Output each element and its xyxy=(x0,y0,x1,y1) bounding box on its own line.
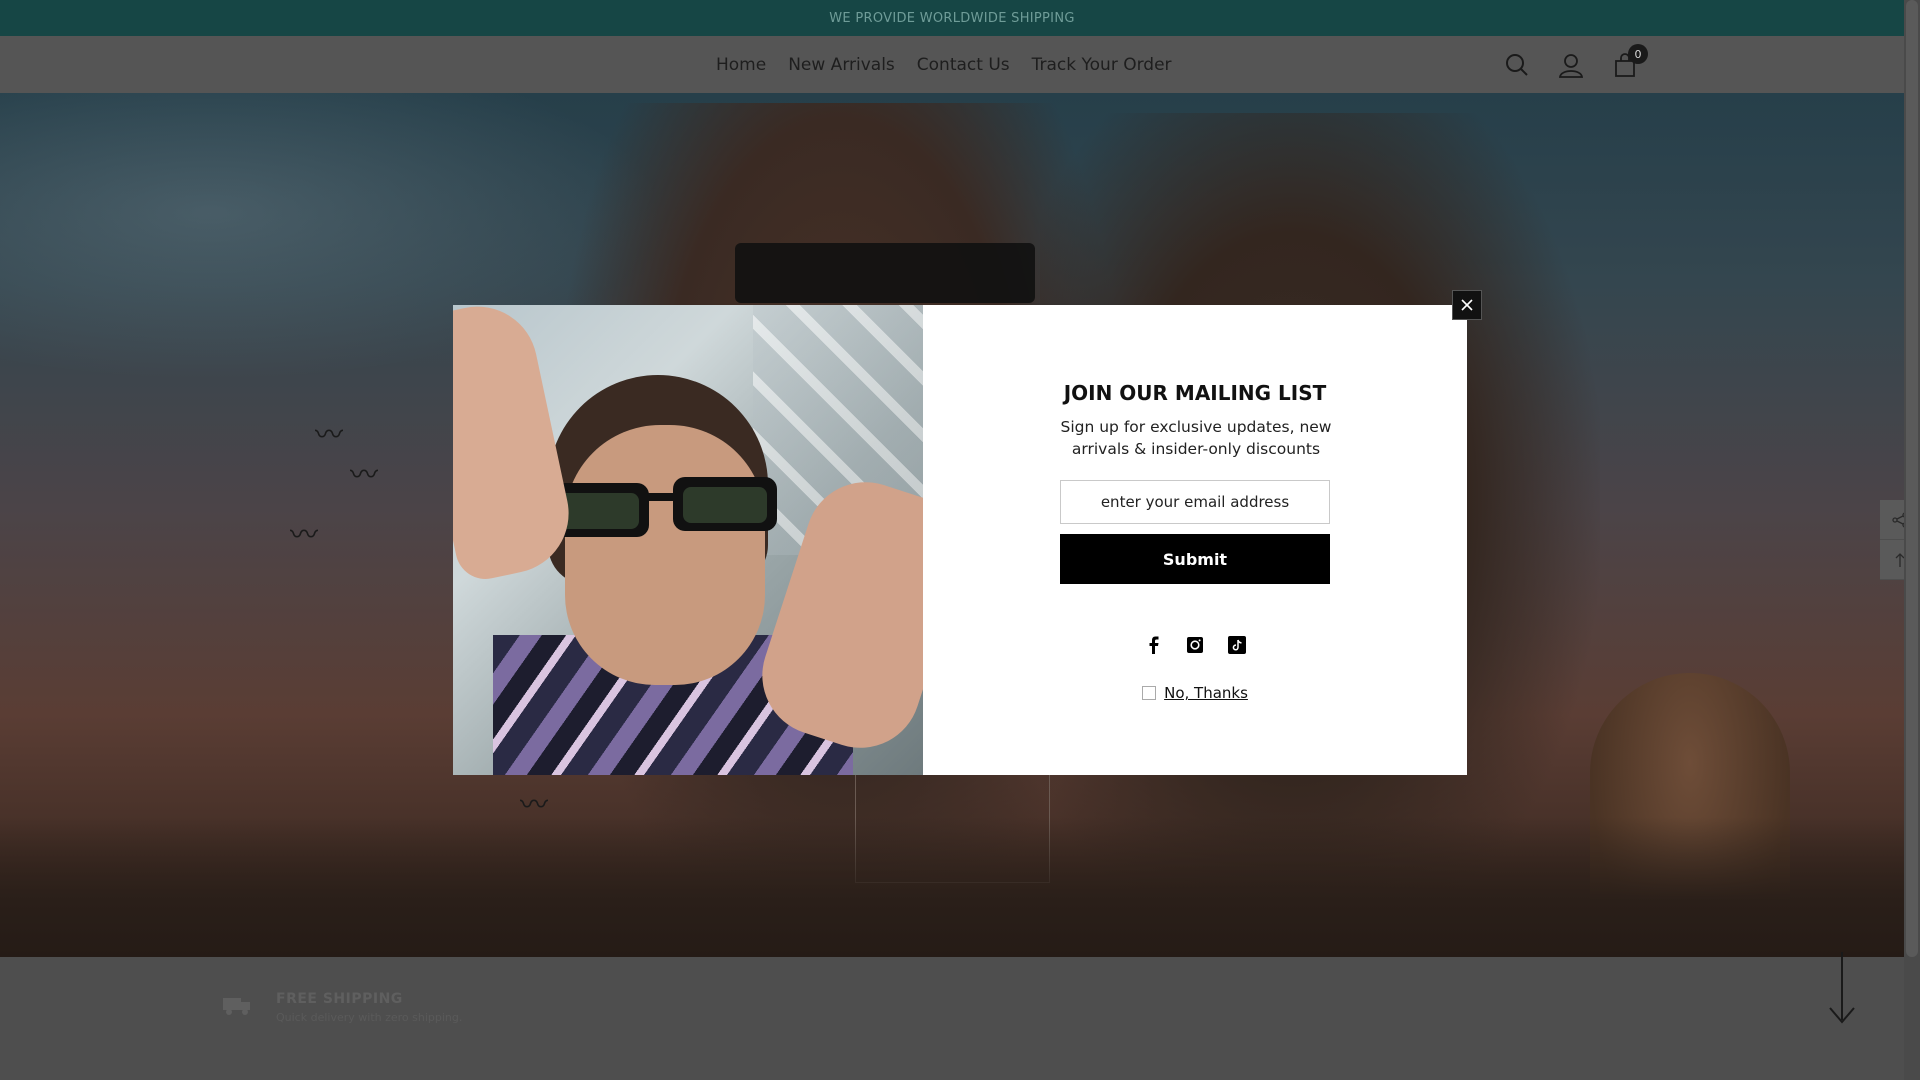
header-icons: 0 xyxy=(1504,44,1648,78)
cart-icon[interactable]: 0 xyxy=(1612,44,1648,78)
sunglasses-icon xyxy=(545,477,777,537)
no-thanks-link[interactable]: No, Thanks xyxy=(1164,684,1248,702)
nav-track-order[interactable]: Track Your Order xyxy=(1032,55,1172,75)
feature-free-shipping: FREE SHIPPING Quick delivery with zero s… xyxy=(276,991,462,1024)
announcement-bar: WE PROVIDE WORLDWIDE SHIPPING xyxy=(0,0,1904,36)
nav-contact-us[interactable]: Contact Us xyxy=(917,55,1010,75)
main-nav: Home New Arrivals Contact Us Track Your … xyxy=(716,36,1172,93)
user-icon[interactable] xyxy=(1558,52,1584,78)
scroll-down-icon[interactable] xyxy=(1822,950,1862,1030)
instagram-icon[interactable] xyxy=(1185,635,1205,655)
newsletter-modal: JOIN OUR MAILING LIST Sign up for exclus… xyxy=(453,305,1467,775)
social-links xyxy=(923,635,1467,655)
modal-body: JOIN OUR MAILING LIST Sign up for exclus… xyxy=(923,305,1467,775)
tiktok-icon[interactable] xyxy=(1227,635,1247,655)
bird-icon: 〰 xyxy=(315,418,344,451)
close-icon xyxy=(1461,299,1473,311)
modal-image xyxy=(453,305,923,775)
nav-home[interactable]: Home xyxy=(716,55,766,75)
cart-count-badge: 0 xyxy=(1628,44,1648,64)
page-scrollbar[interactable] xyxy=(1904,0,1920,1080)
bird-icon: 〰 xyxy=(290,518,319,551)
submit-button[interactable]: Submit xyxy=(1060,534,1330,584)
feature-title: FREE SHIPPING xyxy=(276,991,403,1007)
announcement-text: WE PROVIDE WORLDWIDE SHIPPING xyxy=(829,10,1075,26)
hero-sunglasses xyxy=(735,243,1035,303)
truck-icon xyxy=(223,998,250,1015)
nav-new-arrivals[interactable]: New Arrivals xyxy=(788,55,895,75)
search-icon[interactable] xyxy=(1504,52,1530,78)
no-thanks-row: No, Thanks xyxy=(923,684,1467,702)
close-modal-button[interactable] xyxy=(1452,290,1482,320)
hero-treeline xyxy=(0,817,1904,957)
no-thanks-checkbox[interactable] xyxy=(1142,686,1157,700)
scrollbar-thumb[interactable] xyxy=(1906,0,1918,957)
bird-icon: 〰 xyxy=(350,458,379,491)
modal-title: JOIN OUR MAILING LIST xyxy=(1063,381,1327,405)
modal-subtitle: Sign up for exclusive updates, new arriv… xyxy=(1060,418,1332,458)
facebook-icon[interactable] xyxy=(1143,635,1163,655)
features-strip: FREE SHIPPING Quick delivery with zero s… xyxy=(0,957,1904,1080)
site-header: Home New Arrivals Contact Us Track Your … xyxy=(0,36,1904,93)
email-input[interactable] xyxy=(1060,480,1330,524)
image-face xyxy=(565,425,765,685)
feature-subtitle: Quick delivery with zero shipping. xyxy=(276,1011,463,1024)
